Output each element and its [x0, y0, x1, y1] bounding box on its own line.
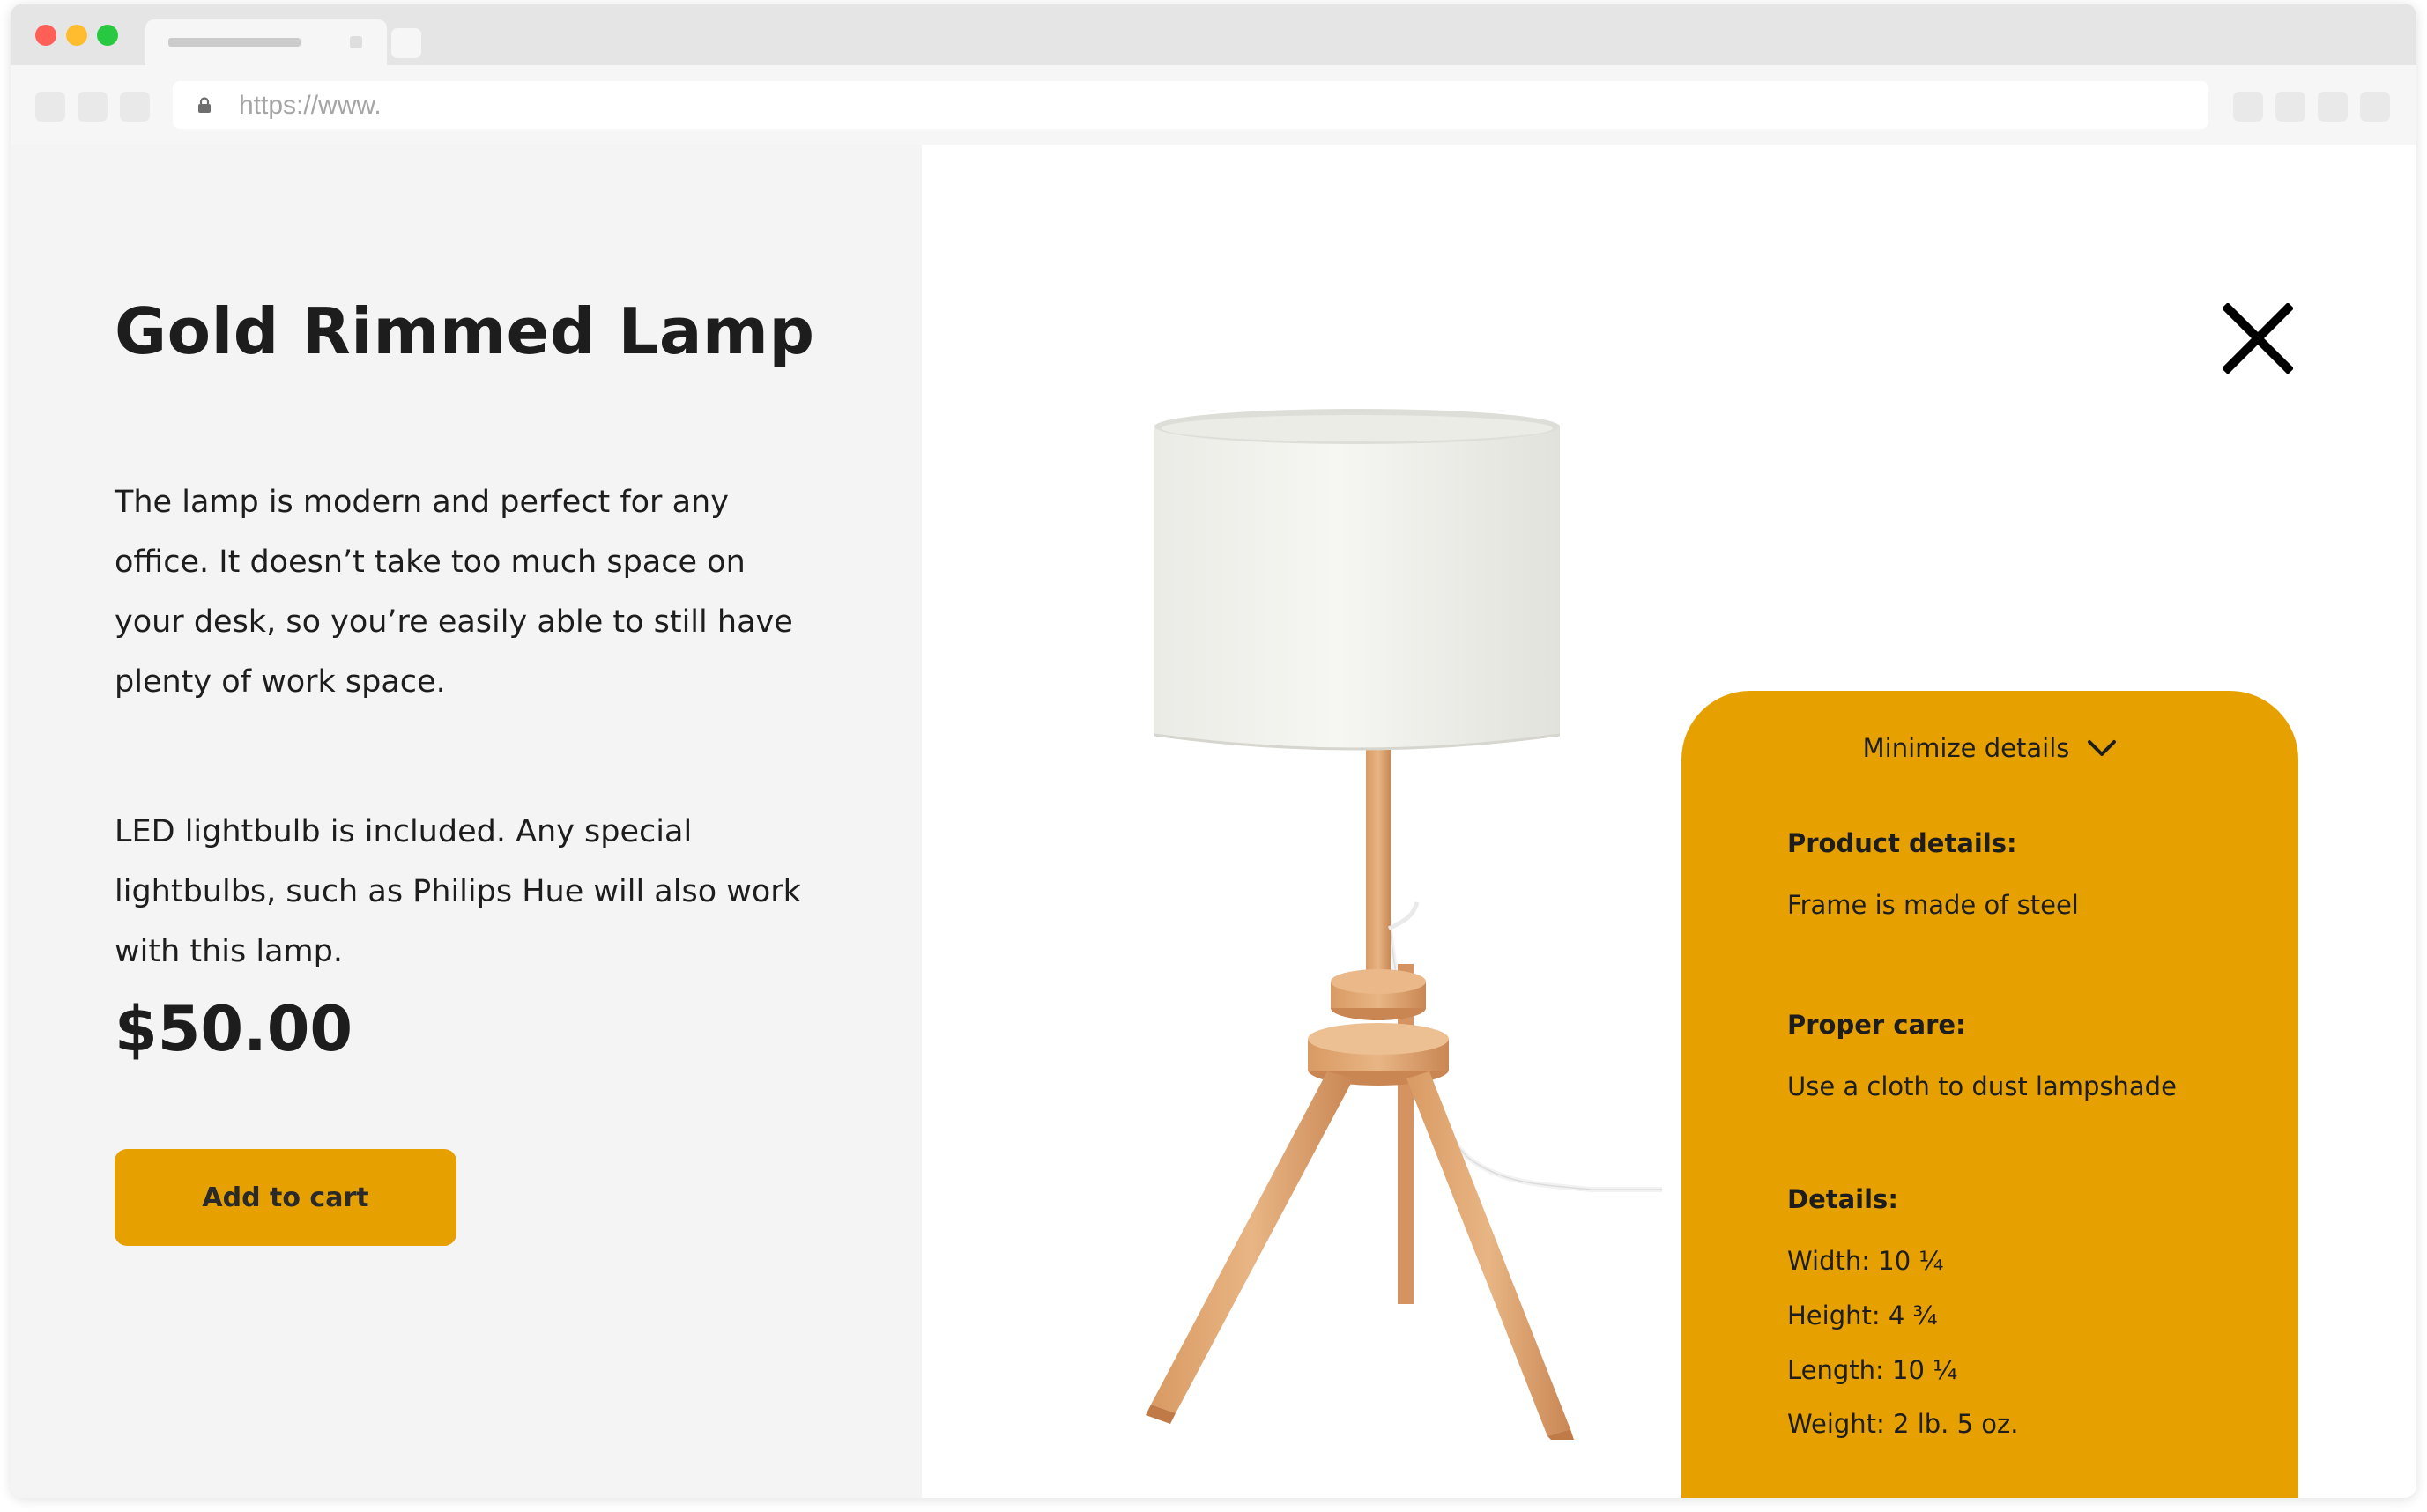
product-image-panel: Minimize details Product details: Frame …	[922, 145, 2416, 1498]
detail-width: Width: 10 ¼	[1787, 1246, 1944, 1276]
product-price: $50.00	[115, 993, 353, 1065]
product-title: Gold Rimmed Lamp	[115, 294, 815, 368]
proper-care-heading: Proper care:	[1787, 1010, 1966, 1040]
detail-length: Length: 10 ¼	[1787, 1355, 1958, 1385]
browser-window: https://www. Gold Rimmed Lamp The lamp i…	[11, 4, 2416, 1498]
product-info-panel: Gold Rimmed Lamp The lamp is modern and …	[11, 145, 922, 1498]
detail-height: Height: 4 ¾	[1787, 1301, 1938, 1330]
tab-close-icon[interactable]	[350, 36, 362, 48]
tab-title-placeholder	[168, 38, 301, 47]
detail-weight: Weight: 2 lb. 5 oz.	[1787, 1409, 2019, 1439]
close-icon[interactable]	[2223, 303, 2293, 374]
title-bar	[11, 4, 2416, 65]
minimize-window-button[interactable]	[66, 25, 87, 46]
product-details-card: Minimize details Product details: Frame …	[1681, 691, 2298, 1498]
forward-button[interactable]	[78, 92, 108, 122]
address-bar[interactable]: https://www.	[173, 81, 2208, 129]
url-text: https://www.	[239, 91, 382, 120]
product-details-heading: Product details:	[1787, 828, 2017, 858]
maximize-window-button[interactable]	[97, 25, 118, 46]
minimize-details-label: Minimize details	[1862, 733, 2070, 763]
minimize-details-toggle[interactable]: Minimize details	[1681, 724, 2298, 772]
details-heading: Details:	[1787, 1184, 1898, 1214]
proper-care-text: Use a cloth to dust lampshade	[1787, 1071, 2177, 1101]
page-content: Gold Rimmed Lamp The lamp is modern and …	[11, 145, 2416, 1498]
product-details-text: Frame is made of steel	[1787, 890, 2079, 920]
lock-icon	[198, 97, 211, 113]
close-window-button[interactable]	[35, 25, 56, 46]
new-tab-button[interactable]	[391, 28, 421, 58]
extension-button-4[interactable]	[2360, 92, 2390, 122]
extension-button-2[interactable]	[2275, 92, 2305, 122]
browser-tab[interactable]	[145, 19, 387, 65]
back-button[interactable]	[35, 92, 65, 122]
extension-button-1[interactable]	[2233, 92, 2263, 122]
product-bulb-note: LED lightbulb is included. Any special l…	[115, 814, 801, 969]
reload-button[interactable]	[120, 92, 150, 122]
browser-toolbar: https://www.	[11, 65, 2416, 145]
chevron-down-icon	[2088, 740, 2117, 756]
extension-button-3[interactable]	[2318, 92, 2348, 122]
product-description: The lamp is modern and perfect for any o…	[115, 485, 793, 700]
lamp-product-image	[1146, 409, 1662, 1440]
add-to-cart-button[interactable]: Add to cart	[115, 1149, 456, 1246]
